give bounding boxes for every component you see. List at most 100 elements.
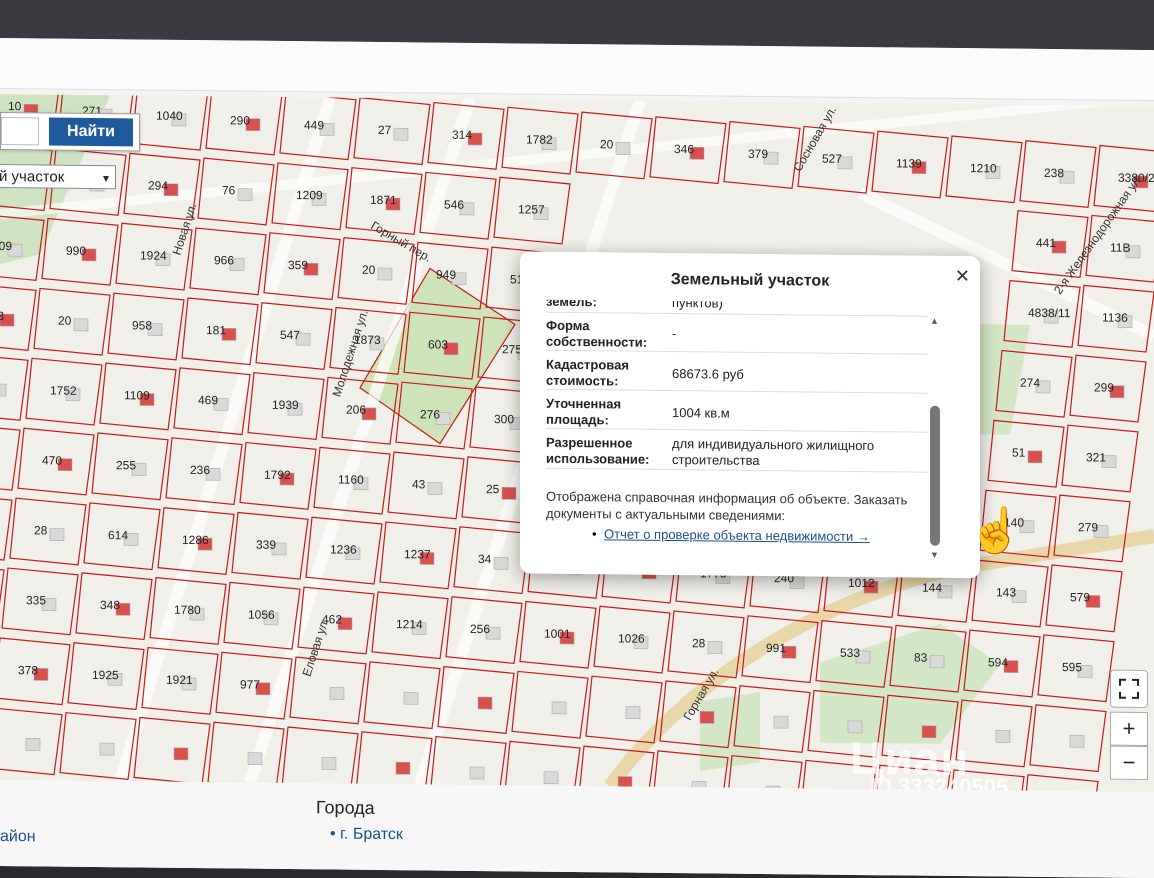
parcel-number: 28 bbox=[34, 523, 48, 537]
info-row-area: Уточненная площадь: 1004 кв.м bbox=[546, 393, 928, 433]
parcel-number: 379 bbox=[748, 147, 768, 161]
building bbox=[0, 383, 7, 397]
building bbox=[1069, 734, 1085, 748]
hand-cursor-icon: ☝ bbox=[968, 506, 1023, 556]
parcel-number: 20 bbox=[600, 137, 614, 151]
parcel-number: 1939 bbox=[272, 398, 299, 412]
parcel-number: 1209 bbox=[296, 188, 323, 202]
object-type-select[interactable]: й участок ▾ bbox=[0, 163, 116, 190]
building bbox=[615, 142, 631, 155]
parcel-number: 547 bbox=[280, 328, 300, 342]
parcel-number: 1136 bbox=[1102, 311, 1128, 325]
info-value: 1004 кв.м bbox=[672, 405, 730, 421]
parcel-number: 449 bbox=[304, 118, 324, 132]
parcel-number: 321 bbox=[1086, 450, 1106, 464]
parcel-number: 527 bbox=[822, 152, 842, 166]
parcel-number: 991 bbox=[766, 641, 786, 655]
building bbox=[99, 742, 115, 756]
cadastral-map[interactable]: 10 271 1040 290 449 27 314 1782 20 346 379 527 1139 1… bbox=[0, 94, 1154, 793]
zoom-out-button[interactable]: − bbox=[1110, 745, 1148, 781]
info-label: Форма собственности: bbox=[546, 317, 648, 350]
parcel-number: 603 bbox=[428, 337, 448, 351]
info-label: Уточненная площадь: bbox=[546, 395, 622, 428]
parcel-number: 1752 bbox=[50, 384, 77, 398]
report-link[interactable]: Отчет о проверке объекта недвижимости → bbox=[604, 526, 870, 544]
parcel-number: 293 bbox=[0, 309, 4, 323]
parcel-number: 470 bbox=[42, 453, 62, 467]
search-panel: Найти bbox=[0, 112, 140, 152]
page-footer: Города • г. Братск айон bbox=[0, 780, 1154, 878]
cities-heading: Города bbox=[316, 797, 375, 818]
parcel-number: 20 bbox=[58, 314, 72, 328]
scroll-thumb[interactable] bbox=[930, 405, 940, 546]
parcel-number: 51 bbox=[1012, 446, 1026, 460]
parcel-number: 10 bbox=[8, 99, 22, 113]
parcel-number: 238 bbox=[1044, 166, 1064, 180]
parcel-number: 348 bbox=[100, 598, 120, 612]
scroll-up-icon[interactable]: ▲ bbox=[930, 316, 939, 326]
info-row-land-category: земель: пунктов) bbox=[546, 299, 928, 317]
parcel-number: 958 bbox=[132, 318, 152, 332]
parcel-number: 309 bbox=[0, 239, 12, 253]
building bbox=[25, 737, 41, 751]
building bbox=[929, 655, 945, 669]
info-value: для индивидуального жилищного строительс… bbox=[672, 436, 875, 468]
building bbox=[49, 528, 65, 541]
parcel-number: 339 bbox=[256, 538, 276, 552]
parcel-number: 1780 bbox=[174, 603, 201, 617]
parcel-number: 28 bbox=[692, 636, 706, 650]
parcel-number: 20 bbox=[362, 263, 376, 277]
parcel-number: 1924 bbox=[140, 248, 167, 262]
region-link[interactable]: айон bbox=[0, 828, 36, 846]
bullet-icon: • bbox=[592, 526, 597, 542]
building bbox=[625, 706, 641, 720]
building bbox=[321, 757, 337, 770]
parcel-number: 1109 bbox=[124, 388, 150, 402]
parcel-number: 255 bbox=[116, 458, 136, 472]
parcel-number: 206 bbox=[346, 403, 366, 417]
parcel-number: 1782 bbox=[526, 133, 553, 147]
scroll-down-icon[interactable]: ▼ bbox=[930, 550, 939, 560]
search-input[interactable] bbox=[1, 117, 39, 146]
city-link[interactable]: • г. Братск bbox=[330, 825, 403, 844]
info-row-ownership: Форма собственности: - bbox=[546, 315, 928, 355]
building bbox=[329, 687, 345, 700]
building bbox=[377, 267, 393, 281]
fullscreen-button[interactable] bbox=[1110, 669, 1148, 709]
close-icon[interactable]: ✕ bbox=[955, 266, 970, 287]
parcel-number: 966 bbox=[214, 253, 234, 267]
page-header bbox=[0, 38, 1154, 102]
parcel-number: 441 bbox=[1036, 236, 1056, 250]
zoom-in-button[interactable]: + bbox=[1110, 711, 1148, 747]
popup-scrollbar[interactable]: ▲ ▼ bbox=[930, 308, 942, 560]
building bbox=[551, 701, 567, 715]
parcel-number: 279 bbox=[1078, 520, 1098, 534]
parcel-number: 236 bbox=[190, 463, 210, 477]
parcel-number: 1237 bbox=[404, 547, 431, 561]
parcel-info-table: земель: пунктов) Форма собственности: - … bbox=[546, 299, 928, 480]
parcel-number: 335 bbox=[26, 593, 46, 607]
search-button[interactable]: Найти bbox=[49, 117, 133, 147]
parcel-number: 25 bbox=[486, 482, 500, 496]
building bbox=[173, 747, 189, 761]
info-note: Отображена справочная информация об объе… bbox=[546, 488, 908, 524]
parcel-number: 83 bbox=[914, 651, 928, 665]
parcel-number: 469 bbox=[198, 393, 218, 407]
parcel-number: 614 bbox=[108, 528, 128, 542]
info-value: пунктов) bbox=[672, 299, 723, 311]
parcel-number: 1871 bbox=[370, 193, 397, 207]
building bbox=[247, 752, 263, 766]
info-value: - bbox=[672, 326, 677, 342]
info-row-permitted-use: Разрешенное использование: для индивидуа… bbox=[546, 431, 928, 473]
building bbox=[995, 730, 1011, 743]
object-type-value: й участок bbox=[0, 167, 65, 186]
parcel-number: 1139 bbox=[896, 156, 922, 170]
parcel-number: 143 bbox=[996, 585, 1016, 599]
building bbox=[493, 556, 509, 570]
parcel-number: 594 bbox=[988, 655, 1008, 669]
parcel-number: 1792 bbox=[264, 468, 291, 482]
info-row-cadastral-value: Кадастровая стоимость: 68673.6 руб bbox=[546, 354, 928, 394]
parcel-number: 256 bbox=[470, 622, 490, 636]
parcel-number: 1056 bbox=[248, 608, 275, 622]
parcel-number: 1001 bbox=[544, 627, 571, 641]
